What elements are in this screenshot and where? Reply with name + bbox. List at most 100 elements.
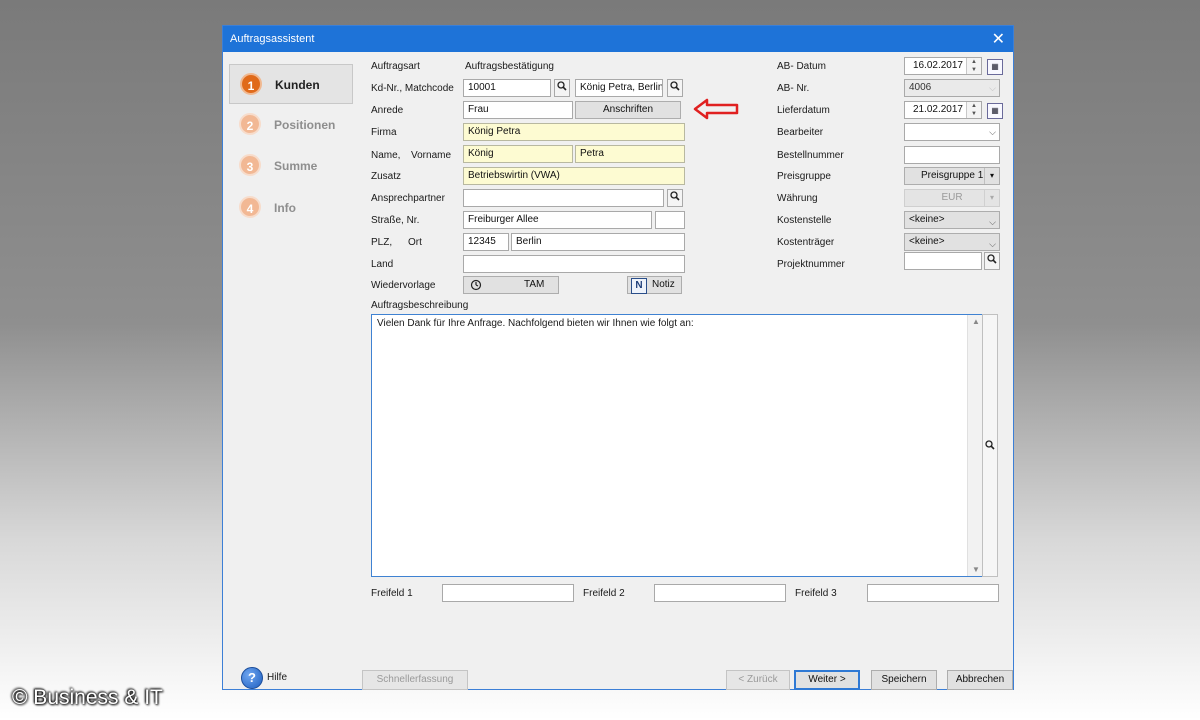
anschriften-button[interactable]: Anschriften [575,101,681,119]
plz-input[interactable]: 12345 [463,233,509,251]
projektnummer-input[interactable] [904,252,982,270]
zurueck-button[interactable]: < Zurück [726,670,790,690]
zusatz-input[interactable]: Betriebswirtin (VWA) [463,167,685,185]
kostentraeger-select[interactable]: <keine> ⌵ [904,233,1000,251]
freifeld2-input[interactable] [654,584,786,602]
matchcode-search-icon[interactable] [667,79,683,97]
step-positionen[interactable]: 2 Positionen [229,105,353,145]
waehrung-label: Währung [777,193,818,204]
abbrechen-button[interactable]: Abbrechen [947,670,1013,690]
bestellnummer-input[interactable] [904,146,1000,164]
calendar-icon-lieferdatum[interactable]: ▦ [987,103,1003,119]
freifeld1-label: Freifeld 1 [371,588,413,599]
ab-nr-input[interactable]: 4006 ⌵ [904,79,1000,97]
projektnummer-label: Projektnummer [777,259,845,270]
step-label-summe: Summe [274,159,318,173]
kostentraeger-value: <keine> [909,236,945,247]
freifeld3-label: Freifeld 3 [795,588,837,599]
vorname-input[interactable]: Petra [575,145,685,163]
description-search-icon[interactable] [985,440,995,450]
step-kunden[interactable]: 1 Kunden [229,64,353,104]
bearbeiter-select[interactable]: ⌵ [904,123,1000,141]
step-number-4: 4 [239,196,261,218]
auftragsassistent-window: Auftragsassistent ✕ 1 Kunden 2 Positione… [222,25,1014,690]
ansprechpartner-input[interactable] [463,189,664,207]
auftragsbeschreibung-text: Vielen Dank für Ihre Anfrage. Nachfolgen… [377,318,694,329]
description-side-panel [982,314,998,577]
plz-label: PLZ, [371,237,393,248]
red-left-arrow-icon [693,98,739,120]
preisgruppe-label: Preisgruppe [777,171,831,182]
auftragsbeschreibung-textarea[interactable]: Vielen Dank für Ihre Anfrage. Nachfolgen… [371,314,985,577]
tam-button-label: TAM [524,279,545,290]
step-label-positionen: Positionen [274,118,336,132]
clock-icon [470,279,482,291]
firma-input[interactable]: König Petra [463,123,685,141]
vorname-label: Vorname [411,150,452,161]
speichern-button[interactable]: Speichern [871,670,937,690]
kdnr-input[interactable]: 10001 [463,79,551,97]
kdnr-search-icon[interactable] [554,79,570,97]
step-number-1: 1 [240,73,262,95]
zusatz-label: Zusatz [371,171,402,182]
ab-datum-spinner[interactable]: ▲ ▼ [966,58,981,74]
ab-datum-input[interactable]: 16.02.2017 ▲ ▼ [904,57,982,75]
kostenstelle-label: Kostenstelle [777,215,832,226]
waehrung-select[interactable]: EUR ▾ [904,189,1000,207]
ab-nr-chevron-down-icon: ⌵ [989,83,996,93]
step-number-3: 3 [239,154,261,176]
firma-label: Firma [371,127,397,138]
step-number-2: 2 [239,113,261,135]
kostentraeger-chevron-down-icon: ⌵ [989,239,996,249]
name-label: Name, [371,150,401,161]
lieferdatum-spinner[interactable]: ▲ ▼ [966,102,981,118]
step-label-kunden: Kunden [275,78,320,92]
ab-datum-value: 16.02.2017 [912,60,963,71]
name-input[interactable]: König [463,145,573,163]
projektnummer-search-icon[interactable] [984,252,1000,270]
land-input[interactable] [463,255,685,273]
step-label-info: Info [274,201,296,215]
help-label[interactable]: Hilfe [267,672,287,683]
strasse-label: Straße, Nr. [371,215,420,226]
step-info[interactable]: 4 Info [229,188,353,228]
lieferdatum-input[interactable]: 21.02.2017 ▲ ▼ [904,101,982,119]
anrede-input[interactable]: Frau [463,101,573,119]
bearbeiter-chevron-down-icon: ⌵ [989,127,996,137]
freifeld2-label: Freifeld 2 [583,588,625,599]
lieferdatum-label: Lieferdatum [777,105,830,116]
ab-datum-label: AB- Datum [777,61,826,72]
kostenstelle-select[interactable]: <keine> ⌵ [904,211,1000,229]
ansprechpartner-search-icon[interactable] [667,189,683,207]
notiz-button[interactable]: N Notiz [627,276,682,294]
watermark: © Business & IT [12,686,163,709]
freifeld3-input[interactable] [867,584,999,602]
kostentraeger-label: Kostenträger [777,237,835,248]
waehrung-chevron-down-icon: ▾ [984,190,999,206]
title-bar: Auftragsassistent ✕ [223,26,1013,52]
tam-button[interactable]: TAM [463,276,559,294]
bearbeiter-label: Bearbeiter [777,127,824,138]
wiedervorlage-label: Wiedervorlage [371,280,436,291]
auftragsbeschreibung-label: Auftragsbeschreibung [371,300,469,311]
lieferdatum-value: 21.02.2017 [912,104,963,115]
step-summe[interactable]: 3 Summe [229,146,353,186]
schnellerfassung-button[interactable]: Schnellerfassung [362,670,468,690]
kostenstelle-value: <keine> [909,214,945,225]
calendar-icon[interactable]: ▦ [987,59,1003,75]
kostenstelle-chevron-down-icon: ⌵ [989,217,996,227]
kdnr-label: Kd-Nr., Matchcode [371,83,454,94]
weiter-button[interactable]: Weiter > [794,670,860,690]
auftragsart-label: Auftragsart [371,61,420,72]
preisgruppe-select[interactable]: Preisgruppe 1 ▾ [904,167,1000,185]
ort-input[interactable]: Berlin [511,233,685,251]
help-icon[interactable]: ? [241,667,263,689]
bestellnummer-label: Bestellnummer [777,150,844,161]
freifeld1-input[interactable] [442,584,574,602]
matchcode-input[interactable]: König Petra, Berlin [575,79,663,97]
ansprechpartner-label: Ansprechpartner [371,193,445,204]
strasse-input[interactable]: Freiburger Allee [463,211,652,229]
close-icon[interactable]: ✕ [992,29,1005,49]
ab-nr-label: AB- Nr. [777,83,810,94]
hausnummer-input[interactable] [655,211,685,229]
